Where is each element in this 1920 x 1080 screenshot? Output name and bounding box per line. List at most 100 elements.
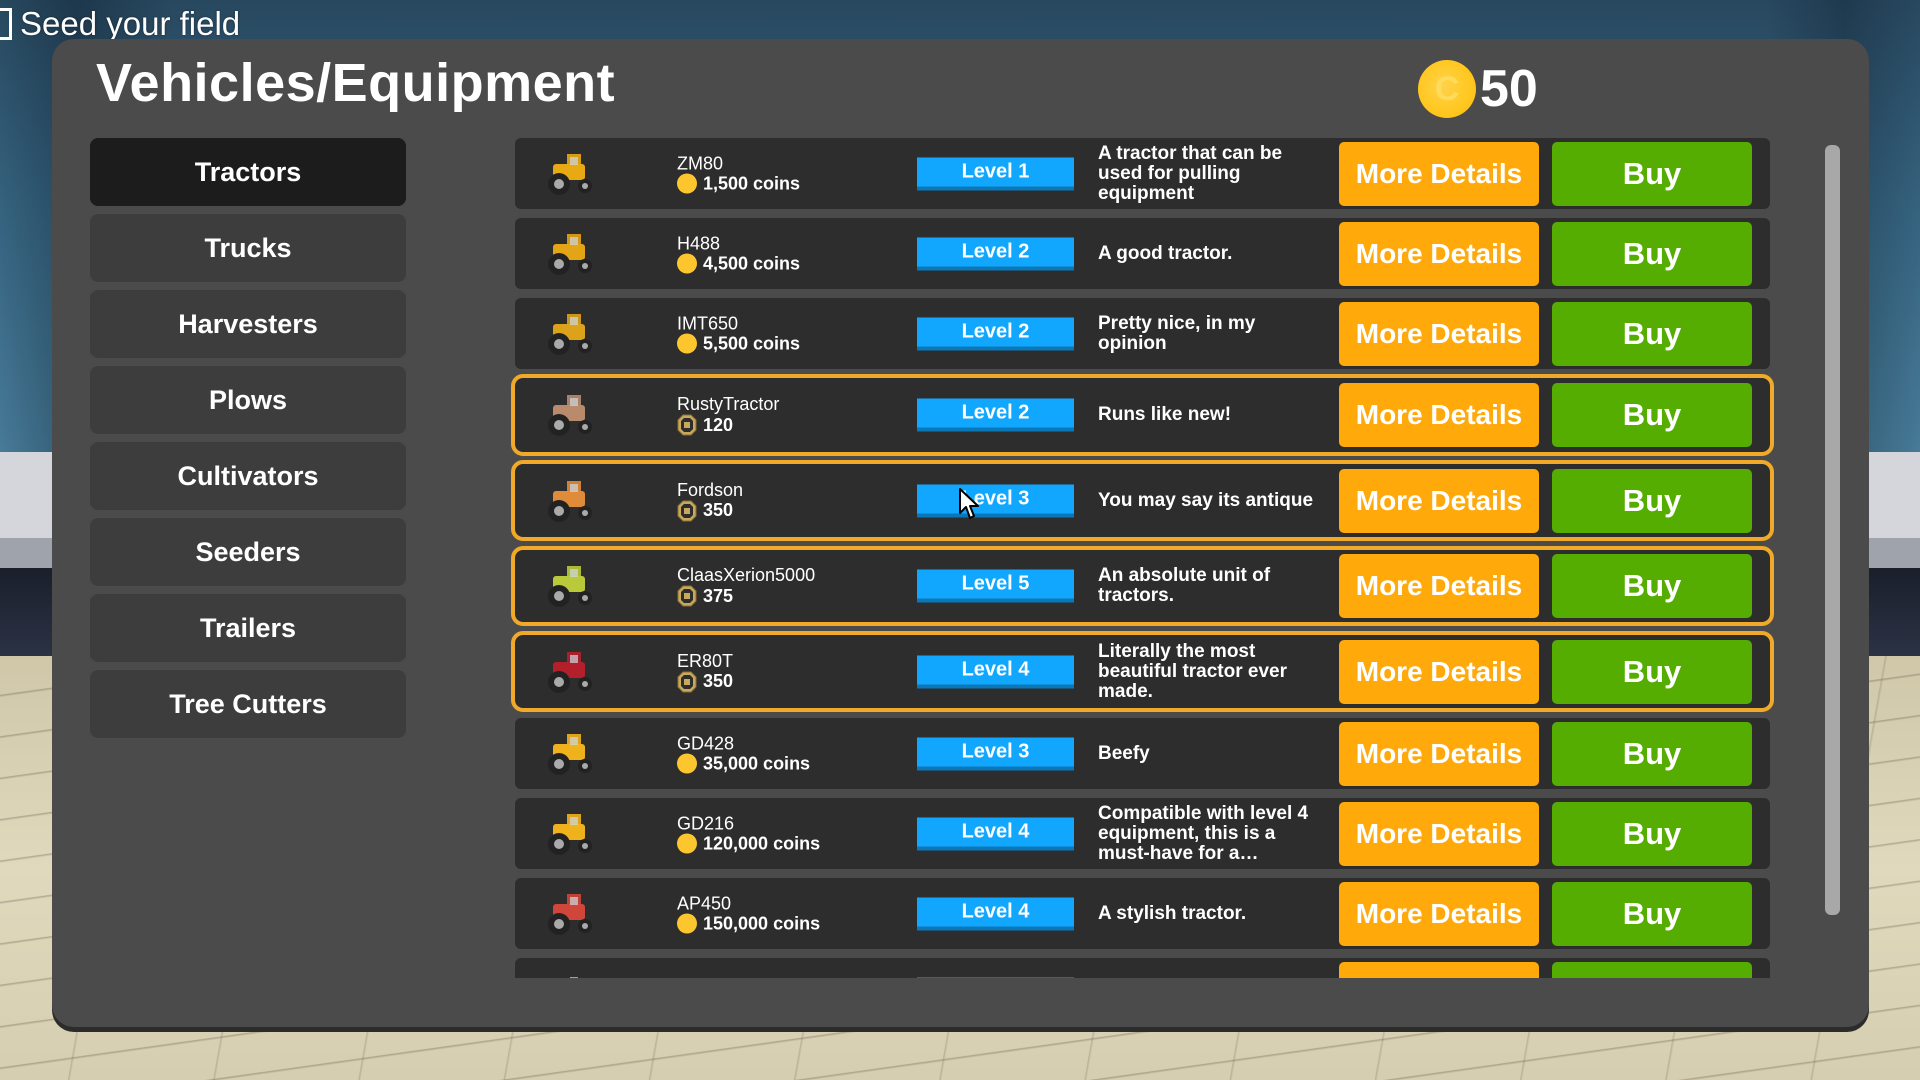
tractor-thumbnail-icon (539, 150, 599, 198)
price-text: 350 (703, 500, 734, 520)
price-text: 1,500 coins (703, 173, 801, 193)
buy-button[interactable]: Buy (1552, 801, 1752, 866)
tractor-thumbnail-icon (539, 310, 599, 358)
sidebar-item-trailers[interactable]: Trailers (90, 594, 406, 662)
vehicle-price: 350 (677, 671, 733, 693)
sidebar-item-harvesters[interactable]: Harvesters (90, 290, 406, 358)
more-details-button[interactable]: More Details (1339, 721, 1539, 786)
level-badge (917, 977, 1074, 978)
vehicle-name: GD428 (677, 733, 735, 753)
level-badge: Level 4 (917, 655, 1074, 688)
price-text: 120 (703, 414, 734, 435)
coin-icon (677, 753, 697, 774)
vehicle-price: 4,500 coins (677, 253, 800, 274)
token-icon (677, 671, 697, 693)
vehicle-price: 5,500 coins (677, 333, 800, 354)
vehicle-description: A stylish tractor. (1098, 902, 1247, 924)
vehicle-info: ClaasXerion5000 375 (677, 565, 815, 607)
vehicle-price: 120,000 coins (677, 833, 820, 854)
buy-button[interactable]: Buy (1552, 639, 1752, 704)
objective-text: Seed your field (20, 5, 241, 42)
price-text: 150,000 coins (703, 913, 821, 933)
vehicle-name: GD216 (677, 813, 735, 833)
level-badge: Level 4 (917, 897, 1074, 930)
coin-balance: C 50 (1418, 60, 1538, 118)
vehicle-info: GD216 120,000 coins (677, 813, 820, 854)
sidebar-item-plows[interactable]: Plows (90, 366, 406, 434)
price-text: 35,000 coins (703, 753, 811, 773)
more-details-button[interactable]: More Details (1339, 383, 1539, 447)
vehicle-row: IMT650 5,500 coins Level 2 Pretty nice, in … (515, 298, 1770, 369)
coin-icon (677, 833, 697, 854)
vehicle-row: Fordson 350 Level 3 You may say its antique… (511, 460, 1774, 541)
vehicle-description: Pretty nice, in my opinion (1098, 312, 1256, 354)
vehicle-list[interactable]: ZM80 1,500 coins Level 1 A tractor that can… (508, 134, 1778, 978)
token-icon (677, 500, 697, 522)
more-details-button[interactable]: More Details (1339, 639, 1539, 704)
vehicle-info: ER80T 350 (677, 651, 733, 693)
tractor-thumbnail-icon (539, 810, 599, 858)
level-badge: Level 2 (917, 317, 1074, 350)
level-badge: Level 4 (917, 817, 1074, 850)
vehicle-info: IMT650 5,500 coins (677, 313, 800, 354)
tractor-thumbnail-icon (539, 230, 599, 278)
more-details-button[interactable]: More Details (1339, 301, 1539, 366)
buy-button[interactable]: Buy (1552, 301, 1752, 366)
sidebar-item-seeders[interactable]: Seeders (90, 518, 406, 586)
vehicle-name: IMT650 (677, 313, 739, 333)
price-text: 120,000 coins (703, 833, 821, 853)
tractor-thumbnail-icon (539, 648, 599, 696)
more-details-button[interactable]: More Details (1339, 881, 1539, 946)
coin-icon (677, 913, 697, 934)
price-text: 5,500 coins (703, 333, 801, 353)
more-details-button[interactable]: More Details (1339, 468, 1539, 533)
level-badge: Level 2 (917, 237, 1074, 270)
vehicle-description: An absolute unit of tractors. (1098, 565, 1271, 606)
more-details-button[interactable]: More Details (1339, 141, 1539, 206)
vehicle-row: H488 4,500 coins Level 2 A good tractor. Mor… (515, 218, 1770, 289)
tractor-thumbnail-icon (539, 970, 599, 978)
sidebar-item-trucks[interactable]: Trucks (90, 214, 406, 282)
vehicle-row: ER80T 350 Level 4 Literally the most beauti… (511, 631, 1774, 712)
vehicle-info: ZM80 1,500 coins (677, 153, 800, 194)
more-details-button[interactable]: More Details (1339, 801, 1539, 866)
vehicle-description: Compatible with level 4 equipment, this … (1098, 802, 1309, 864)
tractor-thumbnail-icon (539, 730, 599, 778)
vehicle-name: ER80T (677, 650, 734, 671)
vehicle-row: AP450 150,000 coins Level 4 A stylish tract… (515, 878, 1770, 949)
sidebar-item-tree-cutters[interactable]: Tree Cutters (90, 670, 406, 738)
vehicle-name: H488 (677, 233, 721, 253)
price-text: 350 (703, 671, 734, 691)
vehicle-name: ClaasXerion5000 (677, 565, 816, 585)
vehicle-row: GD428 35,000 coins Level 3 Beefy More Detail… (515, 718, 1770, 789)
vehicle-name: RustyTractor (677, 394, 780, 414)
token-icon (677, 414, 697, 436)
vehicle-price: 120 (677, 414, 779, 436)
buy-button[interactable]: Buy (1552, 468, 1752, 533)
sidebar-item-cultivators[interactable]: Cultivators (90, 442, 406, 510)
vehicle-name: Fordson (677, 479, 744, 500)
buy-button[interactable]: Buy (1552, 141, 1752, 206)
buy-button[interactable] (1552, 961, 1752, 978)
list-scrollbar[interactable] (1825, 145, 1840, 915)
buy-button[interactable]: Buy (1552, 721, 1752, 786)
more-details-button[interactable] (1339, 961, 1539, 978)
buy-button[interactable]: Buy (1552, 881, 1752, 946)
tractor-thumbnail-icon (539, 477, 599, 525)
coin-icon (677, 173, 697, 194)
coin-icon (677, 253, 697, 274)
buy-button[interactable]: Buy (1552, 221, 1752, 286)
buy-button[interactable]: Buy (1552, 554, 1752, 618)
level-badge: Level 3 (917, 737, 1074, 770)
more-details-button[interactable]: More Details (1339, 221, 1539, 286)
vehicle-name: ZM80 (677, 153, 724, 173)
price-text: 4,500 coins (703, 253, 801, 273)
coin-glyph: C (1434, 69, 1460, 108)
vehicle-price: 350 (677, 500, 743, 522)
buy-button[interactable]: Buy (1552, 383, 1752, 447)
sidebar-item-tractors[interactable]: Tractors (90, 138, 406, 206)
vehicle-info: RustyTractor 120 (677, 394, 779, 436)
vehicle-price: 375 (677, 585, 815, 607)
vehicle-info: H488 4,500 coins (677, 233, 800, 274)
more-details-button[interactable]: More Details (1339, 554, 1539, 618)
